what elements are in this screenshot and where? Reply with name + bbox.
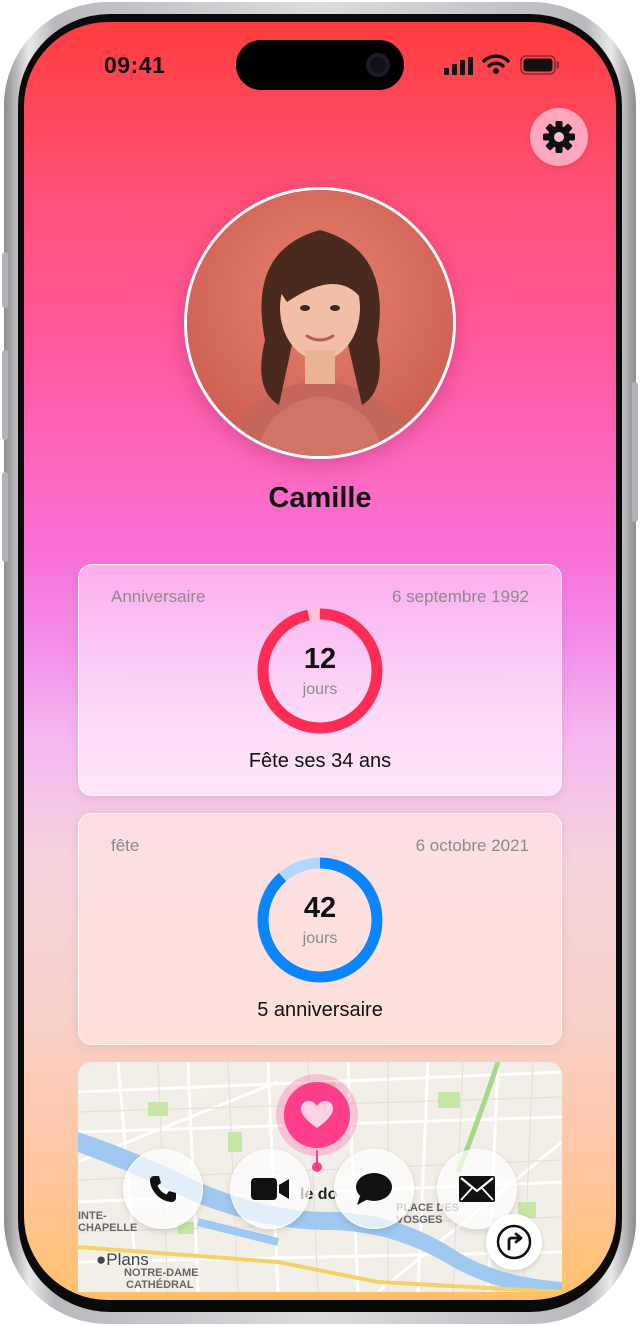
maps-app-label: Plans	[106, 1250, 149, 1269]
screen: 09:41 Camille Anniversaire 6 septembre 1…	[24, 22, 616, 1300]
card-date: 6 septembre 1992	[391, 587, 529, 606]
volume-up-button	[2, 350, 8, 440]
video-call-button[interactable]	[230, 1149, 310, 1229]
name-day-card[interactable]: fête 6 octobre 2021 42 jours 5 anniversa…	[78, 813, 562, 1045]
pin-dot	[312, 1162, 322, 1172]
directions-icon	[496, 1224, 532, 1260]
video-icon	[251, 1178, 289, 1200]
phone-icon	[150, 1176, 176, 1202]
mail-icon	[459, 1176, 495, 1202]
map-place-label: CATHÉDRAL	[126, 1279, 194, 1291]
map-place-label: INTE-	[78, 1210, 107, 1222]
profile-photo	[187, 190, 453, 456]
volume-down-button	[2, 472, 8, 562]
card-label: fête	[111, 836, 140, 855]
settings-button[interactable]	[530, 108, 588, 166]
call-button[interactable]	[123, 1149, 203, 1229]
front-camera-icon	[366, 53, 390, 77]
card-label: Anniversaire	[111, 587, 206, 606]
message-button[interactable]	[334, 1149, 414, 1229]
action-button	[2, 252, 8, 308]
directions-button[interactable]	[486, 1214, 542, 1270]
card-caption: Fête ses 34 ans	[248, 750, 392, 772]
status-time: 09:41	[104, 52, 166, 78]
message-icon	[356, 1173, 392, 1205]
dynamic-island	[236, 40, 404, 90]
location-pin-button[interactable]	[284, 1082, 350, 1148]
birthday-card[interactable]: Anniversaire 6 septembre 1992 12 jours F…	[78, 564, 562, 796]
days-unit: jours	[302, 930, 338, 947]
maps-attribution: ●Plans	[96, 1250, 149, 1270]
card-caption: 5 anniversaire	[257, 999, 383, 1021]
wifi-icon	[482, 54, 510, 74]
status-bar: 09:41	[24, 22, 616, 108]
apple-logo-icon: ●	[96, 1250, 107, 1269]
gear-icon	[543, 121, 575, 153]
battery-icon	[520, 55, 559, 75]
map-place-label: CHAPELLE	[78, 1222, 138, 1234]
days-count: 12	[303, 643, 337, 675]
avatar[interactable]	[184, 187, 456, 459]
days-unit: jours	[302, 681, 338, 698]
card-date: 6 octobre 2021	[415, 836, 529, 855]
cellular-signal-icon	[444, 57, 473, 75]
heart-icon	[301, 1101, 333, 1128]
power-button	[632, 382, 638, 522]
days-count: 42	[303, 892, 337, 924]
contact-name: Camille	[268, 482, 372, 514]
